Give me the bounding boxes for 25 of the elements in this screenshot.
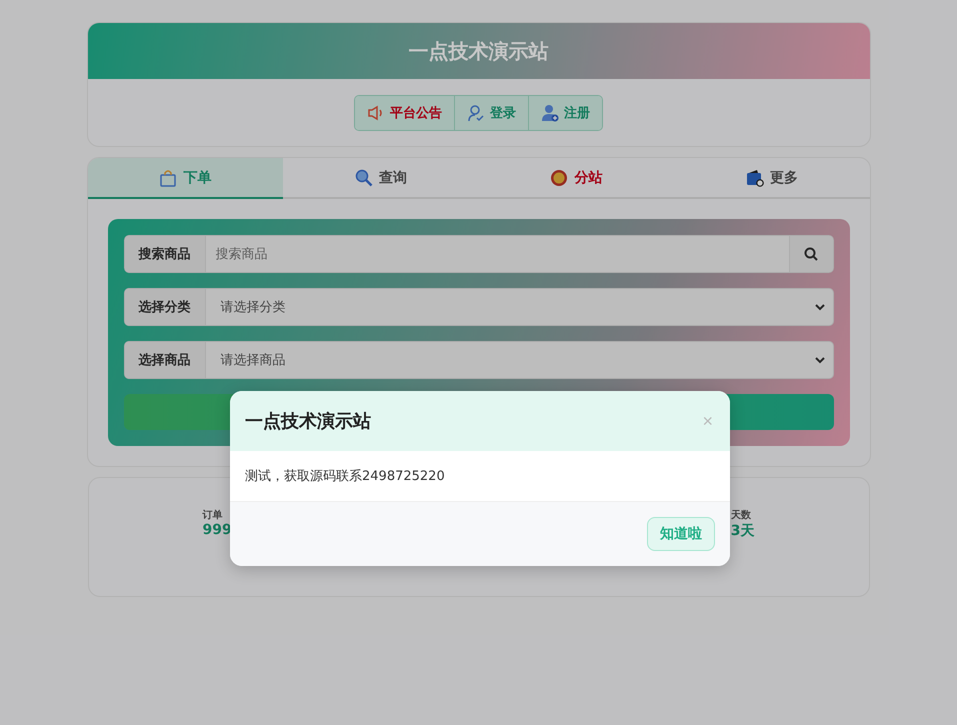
field-label: 搜索商品: [124, 235, 206, 273]
bag-icon: [159, 168, 178, 186]
stat-value: 3天: [730, 522, 754, 540]
nav-button[interactable]: 注册: [529, 96, 602, 130]
tab[interactable]: 查询: [283, 158, 478, 199]
user-add-icon: [541, 104, 559, 122]
stat-label: 订单: [202, 508, 224, 522]
tab[interactable]: 分站: [478, 158, 674, 199]
dialog-title: 一点技术演示站: [245, 410, 371, 433]
search-field[interactable]: 搜索商品: [206, 235, 788, 273]
tab[interactable]: 下单: [88, 158, 283, 199]
search-icon: [804, 247, 818, 261]
nav-button[interactable]: 登录: [455, 96, 529, 130]
magnifier-icon: [354, 168, 373, 186]
stat-label: 天数: [730, 508, 752, 522]
tab[interactable]: 更多: [674, 158, 870, 199]
site-title: 一点技术演示站: [408, 38, 548, 64]
wallet-icon: [746, 168, 764, 186]
ok-button[interactable]: 知道啦: [647, 517, 715, 551]
dialog-message: 测试，获取源码联系2498725220: [245, 468, 445, 485]
user-check-icon: [467, 104, 485, 122]
search-button[interactable]: [788, 235, 834, 273]
coin-icon: [550, 168, 568, 186]
stat-value: 999: [202, 522, 232, 538]
nav-button[interactable]: 平台公告: [355, 96, 455, 130]
